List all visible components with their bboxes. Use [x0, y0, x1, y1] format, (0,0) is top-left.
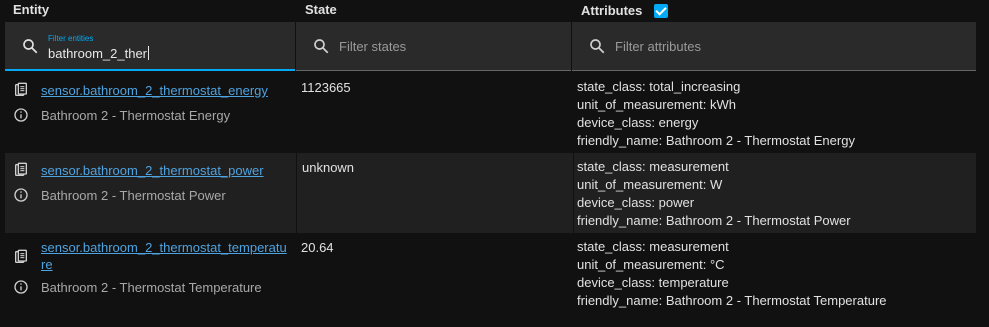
filter-entities-label: Filter entities — [48, 34, 94, 43]
attribute-line: unit_of_measurement: W — [577, 177, 723, 192]
filter-entities-value: bathroom_2_ther — [48, 46, 148, 61]
attributes-cell: state_class: measurement unit_of_measure… — [572, 153, 976, 233]
attribute-line: state_class: total_increasing — [577, 79, 741, 94]
filter-bar: Filter entities bathroom_2_ther Filter s… — [5, 22, 976, 72]
attribute-line: device_class: temperature — [577, 275, 729, 290]
filter-entities-input[interactable]: bathroom_2_ther — [48, 46, 150, 61]
info-icon[interactable] — [13, 279, 29, 295]
info-icon[interactable] — [13, 187, 29, 203]
attribute-line: unit_of_measurement: °C — [577, 257, 725, 272]
column-header-attributes: Attributes — [581, 0, 669, 22]
entity-id-link[interactable]: sensor.bathroom_2_thermostat_temperature — [41, 239, 291, 273]
attribute-line: friendly_name: Bathroom 2 - Thermostat P… — [577, 213, 851, 228]
state-value: unknown — [302, 160, 355, 175]
filter-states-field[interactable]: Filter states — [296, 22, 571, 71]
search-icon — [23, 39, 38, 54]
search-icon — [590, 39, 605, 54]
search-icon — [314, 39, 329, 54]
attribute-line: device_class: power — [577, 195, 695, 210]
attribute-line: friendly_name: Bathroom 2 - Thermostat E… — [577, 133, 855, 148]
filter-attributes-field[interactable]: Filter attributes — [572, 22, 976, 71]
entity-friendly-name: Bathroom 2 - Thermostat Temperature — [41, 280, 262, 295]
attribute-line: unit_of_measurement: kWh — [577, 97, 736, 112]
text-caret — [148, 46, 150, 60]
entity-cell: sensor.bathroom_2_thermostat_power Bathr… — [5, 153, 296, 233]
table-row: sensor.bathroom_2_thermostat_temperature… — [5, 233, 976, 323]
state-cell: unknown — [296, 153, 574, 233]
entity-cell: sensor.bathroom_2_thermostat_temperature… — [5, 233, 296, 323]
attribute-line: friendly_name: Bathroom 2 - Thermostat T… — [577, 293, 887, 308]
state-value: 20.64 — [301, 240, 334, 255]
attributes-header-label: Attributes — [581, 3, 643, 18]
column-header-entity: Entity — [13, 2, 50, 17]
attribute-line: state_class: measurement — [577, 159, 729, 174]
attributes-cell: state_class: total_increasing unit_of_me… — [572, 73, 976, 153]
filter-states-placeholder: Filter states — [339, 39, 407, 54]
entity-cell: sensor.bathroom_2_thermostat_energy Bath… — [5, 73, 296, 153]
entity-id-link[interactable]: sensor.bathroom_2_thermostat_power — [41, 162, 291, 179]
column-header-state: State — [305, 2, 337, 17]
attributes-cell: state_class: measurement unit_of_measure… — [572, 233, 976, 323]
clipboard-icon[interactable] — [13, 162, 29, 178]
table-row: sensor.bathroom_2_thermostat_energy Bath… — [5, 73, 976, 153]
state-cell: 1123665 — [296, 73, 572, 153]
filter-entities-field[interactable]: Filter entities bathroom_2_ther — [5, 22, 295, 71]
state-cell: 20.64 — [296, 233, 572, 323]
info-icon[interactable] — [13, 107, 29, 123]
entity-friendly-name: Bathroom 2 - Thermostat Energy — [41, 108, 231, 123]
show-attributes-checkbox[interactable] — [654, 4, 669, 18]
entity-id-link[interactable]: sensor.bathroom_2_thermostat_energy — [41, 82, 291, 99]
table-row: sensor.bathroom_2_thermostat_power Bathr… — [5, 153, 976, 233]
filter-attributes-placeholder: Filter attributes — [615, 39, 701, 54]
attribute-line: device_class: energy — [577, 115, 699, 130]
clipboard-icon[interactable] — [13, 249, 29, 265]
clipboard-icon[interactable] — [13, 82, 29, 98]
state-value: 1123665 — [301, 80, 351, 95]
attribute-line: state_class: measurement — [577, 239, 729, 254]
entity-friendly-name: Bathroom 2 - Thermostat Power — [41, 188, 226, 203]
